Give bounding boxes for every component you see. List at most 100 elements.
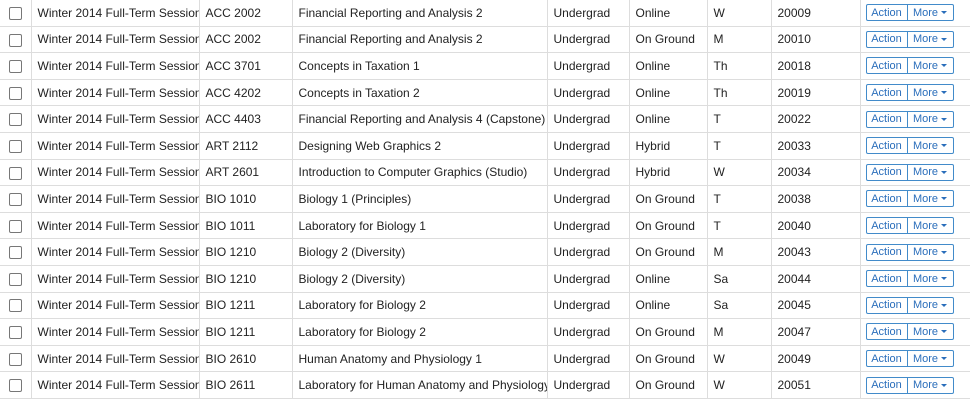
row-button-group: Action More (865, 30, 954, 48)
meeting-day-cell: T (706, 131, 772, 160)
row-select-checkbox[interactable] (8, 6, 22, 20)
action-button[interactable]: Action (865, 57, 908, 75)
row-actions-cell: Action More (859, 78, 970, 107)
course-title-cell: Laboratory for Biology 1 (291, 211, 548, 240)
row-select-checkbox[interactable] (8, 352, 22, 366)
row-select-checkbox[interactable] (8, 139, 22, 153)
action-button[interactable]: Action (865, 376, 908, 394)
table-row: Winter 2014 Full-Term Session BIO 1211 L… (0, 291, 970, 320)
row-select-checkbox[interactable] (8, 299, 22, 313)
section-number-cell: 20047 (770, 318, 861, 346)
table-row: Winter 2014 Full-Term Session ACC 3701 C… (0, 52, 970, 80)
course-code-cell: ACC 4202 (198, 78, 293, 107)
action-button[interactable]: Action (865, 4, 908, 22)
table-row: Winter 2014 Full-Term Session BIO 1211 L… (0, 318, 970, 346)
course-title-cell: Laboratory for Biology 2 (291, 291, 548, 320)
action-button[interactable]: Action (865, 323, 908, 341)
delivery-mode-cell: On Ground (628, 344, 708, 373)
row-select-checkbox[interactable] (8, 113, 22, 127)
more-dropdown-button[interactable]: More (907, 243, 954, 261)
course-code-cell: ART 2601 (198, 158, 293, 187)
action-button[interactable]: Action (865, 110, 908, 128)
row-select-checkbox[interactable] (8, 379, 22, 393)
more-dropdown-button[interactable]: More (907, 57, 954, 75)
term-cell: Winter 2014 Full-Term Session (30, 105, 200, 133)
row-select-cell (0, 52, 32, 80)
action-button[interactable]: Action (865, 190, 908, 208)
row-select-cell (0, 158, 32, 187)
term-cell: Winter 2014 Full-Term Session (30, 0, 200, 27)
row-select-checkbox[interactable] (8, 86, 22, 100)
table-row: Winter 2014 Full-Term Session ART 2601 I… (0, 158, 970, 187)
table-body: Winter 2014 Full-Term Session ACC 2002 F… (0, 0, 970, 399)
course-title-cell: Financial Reporting and Analysis 2 (291, 0, 548, 27)
more-button-label: More (912, 325, 939, 338)
row-button-group: Action More (865, 57, 954, 75)
delivery-mode-cell: Online (628, 78, 708, 107)
more-button-label: More (912, 192, 939, 205)
row-select-checkbox[interactable] (8, 193, 22, 207)
level-cell: Undergrad (546, 211, 630, 240)
course-code-cell: ACC 4403 (198, 105, 293, 133)
row-select-cell (0, 371, 32, 399)
course-title-cell: Biology 2 (Diversity) (291, 264, 548, 293)
more-dropdown-button[interactable]: More (907, 4, 954, 22)
more-dropdown-button[interactable]: More (907, 137, 954, 155)
action-button[interactable]: Action (865, 296, 908, 314)
row-select-checkbox[interactable] (8, 326, 22, 340)
more-dropdown-button[interactable]: More (907, 163, 954, 181)
course-title-cell: Financial Reporting and Analysis 2 (291, 25, 548, 54)
more-dropdown-button[interactable]: More (907, 350, 954, 368)
more-dropdown-button[interactable]: More (907, 376, 954, 394)
section-number-cell: 20010 (770, 25, 861, 54)
meeting-day-cell: T (706, 105, 772, 133)
action-button[interactable]: Action (865, 350, 908, 368)
course-code-cell: ART 2112 (198, 131, 293, 160)
action-button[interactable]: Action (865, 270, 908, 288)
row-select-checkbox[interactable] (8, 166, 22, 180)
action-button[interactable]: Action (865, 137, 908, 155)
term-cell: Winter 2014 Full-Term Session (30, 78, 200, 107)
section-number-cell: 20038 (770, 185, 861, 213)
more-dropdown-button[interactable]: More (907, 296, 954, 314)
table-row: Winter 2014 Full-Term Session BIO 1210 B… (0, 238, 970, 266)
row-select-checkbox[interactable] (8, 60, 22, 74)
caret-down-icon (941, 383, 948, 387)
action-button[interactable]: Action (865, 217, 908, 235)
action-button[interactable]: Action (865, 84, 908, 102)
level-cell: Undergrad (546, 131, 630, 160)
action-button[interactable]: Action (865, 243, 908, 261)
action-button[interactable]: Action (865, 30, 908, 48)
row-select-checkbox[interactable] (8, 246, 22, 260)
more-dropdown-button[interactable]: More (907, 217, 954, 235)
table-row: Winter 2014 Full-Term Session BIO 2611 L… (0, 371, 970, 399)
row-select-checkbox[interactable] (8, 33, 22, 47)
caret-down-icon (941, 357, 948, 361)
caret-down-icon (941, 303, 948, 307)
more-dropdown-button[interactable]: More (907, 84, 954, 102)
more-dropdown-button[interactable]: More (907, 190, 954, 208)
row-actions-cell: Action More (859, 344, 970, 373)
action-button[interactable]: Action (865, 163, 908, 181)
delivery-mode-cell: Online (628, 105, 708, 133)
row-select-cell (0, 0, 32, 27)
row-select-cell (0, 291, 32, 320)
caret-down-icon (941, 330, 948, 334)
row-button-group: Action More (865, 217, 954, 235)
row-select-checkbox[interactable] (8, 272, 22, 286)
row-actions-cell: Action More (859, 185, 970, 213)
delivery-mode-cell: On Ground (628, 25, 708, 54)
caret-down-icon (941, 277, 948, 281)
more-dropdown-button[interactable]: More (907, 323, 954, 341)
row-select-checkbox[interactable] (8, 219, 22, 233)
more-dropdown-button[interactable]: More (907, 30, 954, 48)
section-number-cell: 20040 (770, 211, 861, 240)
row-button-group: Action More (865, 376, 954, 394)
term-cell: Winter 2014 Full-Term Session (30, 318, 200, 346)
more-dropdown-button[interactable]: More (907, 110, 954, 128)
row-button-group: Action More (865, 4, 954, 22)
more-dropdown-button[interactable]: More (907, 270, 954, 288)
course-title-cell: Laboratory for Human Anatomy and Physiol… (291, 371, 548, 399)
meeting-day-cell: T (706, 211, 772, 240)
meeting-day-cell: W (706, 158, 772, 187)
